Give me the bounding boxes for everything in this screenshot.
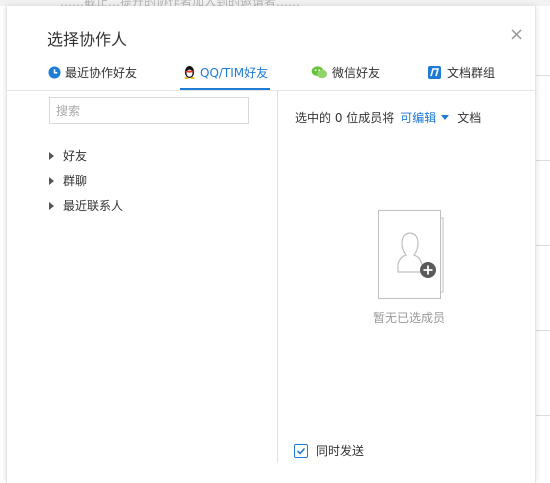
- permission-dropdown[interactable]: 可编辑: [400, 109, 450, 126]
- summary-prefix: 选中的 0 位成员将: [295, 111, 395, 125]
- wechat-icon: [310, 65, 328, 79]
- contact-tree: 好友 群聊 最近联系人: [49, 143, 123, 218]
- qq-penguin-icon: [182, 65, 196, 79]
- select-collaborator-dialog: 选择协作人 × 最近协作好友 QQ/TIM好友 微信好友 文档群组 搜索 好友 …: [6, 6, 537, 483]
- pane-divider: [277, 91, 278, 463]
- tree-item-recent-contacts[interactable]: 最近联系人: [49, 193, 123, 218]
- tree-item-label: 好友: [63, 149, 88, 163]
- tree-item-label: 群聊: [63, 174, 88, 188]
- tree-item-group-chats[interactable]: 群聊: [49, 168, 123, 193]
- tab-qq-tim-friends[interactable]: QQ/TIM好友: [179, 54, 271, 90]
- sync-send-checkbox[interactable]: [294, 443, 308, 458]
- summary-suffix: 文档: [457, 111, 482, 125]
- sync-send-option: 同时发送: [294, 442, 364, 459]
- dialog-title: 选择协作人: [47, 30, 128, 49]
- empty-member-illustration-icon: [378, 210, 448, 302]
- tab-recent-collaborators[interactable]: 最近协作好友: [47, 54, 137, 90]
- checkmark-icon: [296, 447, 306, 455]
- caret-right-icon: [49, 176, 54, 185]
- selection-summary: 选中的 0 位成员将 可编辑 文档: [295, 109, 481, 126]
- empty-state-text: 暂无已选成员: [373, 311, 446, 325]
- tree-item-friends[interactable]: 好友: [49, 143, 123, 168]
- tab-label: 最近协作好友: [65, 65, 138, 80]
- tab-label: 文档群组: [447, 65, 496, 80]
- tab-doc-groups[interactable]: 文档群组: [427, 54, 495, 90]
- tab-label: 微信好友: [332, 65, 381, 80]
- search-input[interactable]: [49, 97, 249, 124]
- tab-label: QQ/TIM好友: [200, 65, 269, 80]
- chevron-down-icon: [441, 115, 450, 120]
- tree-item-label: 最近联系人: [63, 199, 124, 213]
- contact-list-pane: 好友 群聊 最近联系人: [7, 91, 277, 483]
- background-grid-lines: [536, 0, 550, 483]
- clock-icon: [47, 65, 61, 79]
- tab-bar: 最近协作好友 QQ/TIM好友 微信好友 文档群组: [7, 54, 537, 90]
- tab-wechat-friends[interactable]: 微信好友: [310, 54, 380, 90]
- permission-label: 可编辑: [400, 111, 437, 125]
- group-doc-icon: [427, 65, 441, 79]
- caret-right-icon: [49, 151, 54, 160]
- close-icon[interactable]: ×: [509, 26, 524, 44]
- caret-right-icon: [49, 201, 54, 210]
- sync-send-label: 同时发送: [316, 444, 365, 458]
